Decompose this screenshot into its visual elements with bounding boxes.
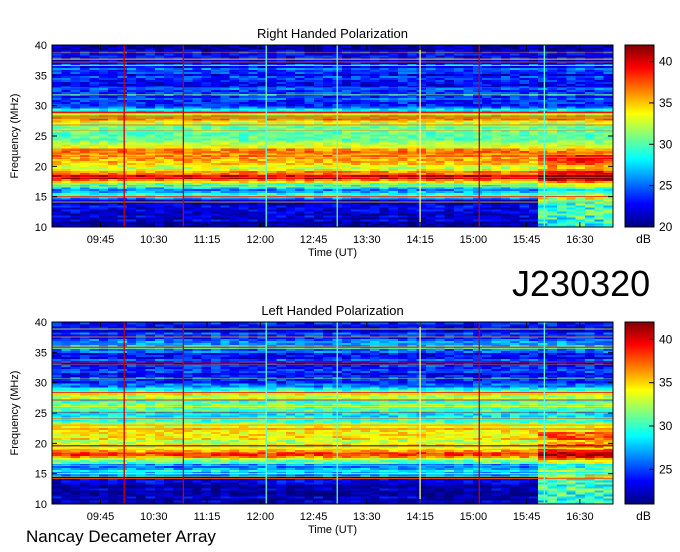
spectrogram-panel-right: 1015202530354009:45 10:30 11:15 12:00 12:45 1… bbox=[9, 26, 673, 259]
heatmap-cells bbox=[52, 45, 614, 228]
